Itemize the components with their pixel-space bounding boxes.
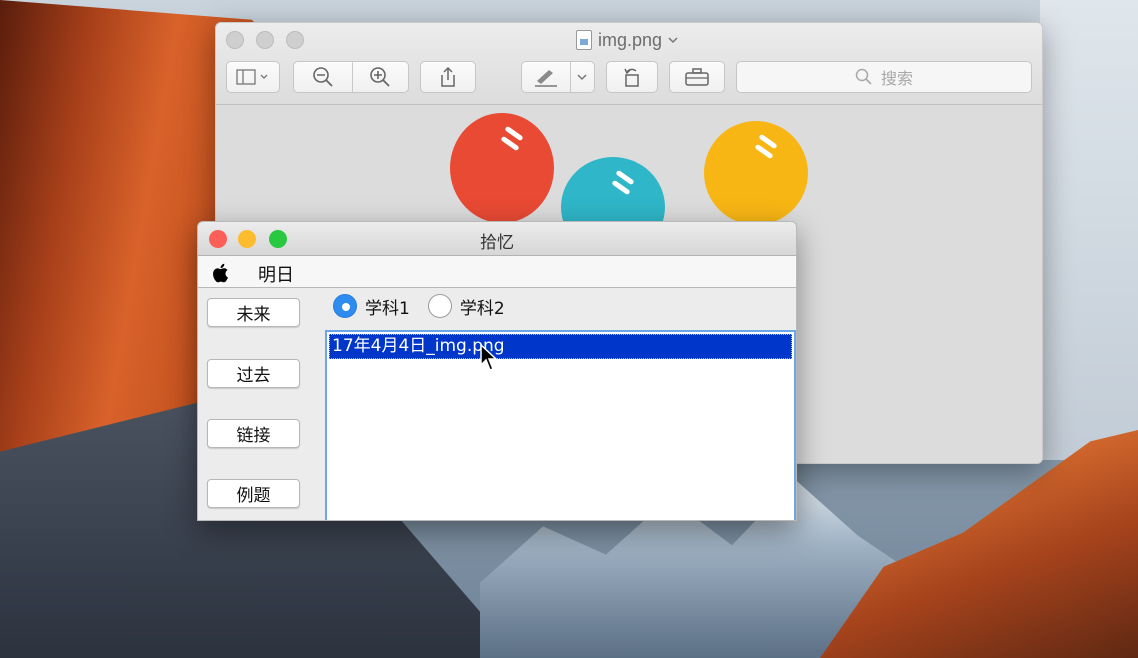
search-placeholder: 搜索 bbox=[880, 69, 913, 88]
apple-icon[interactable] bbox=[210, 262, 232, 284]
subject1-label: 学科1 bbox=[365, 298, 410, 319]
clouds bbox=[1040, 0, 1138, 460]
preview-zoom-button[interactable] bbox=[286, 31, 304, 49]
markup-menu-button[interactable] bbox=[570, 73, 594, 81]
share-button[interactable] bbox=[420, 61, 476, 93]
zoom-out-icon bbox=[312, 67, 333, 87]
preview-toolbar: img.png 搜索 bbox=[216, 23, 1042, 105]
chevron-down-icon bbox=[577, 74, 587, 81]
radio-checked-indicator[interactable] bbox=[333, 294, 357, 318]
file-list-item[interactable]: 17年4月4日_img.png bbox=[329, 334, 792, 359]
toolbar-separator bbox=[570, 62, 571, 92]
file-list[interactable]: 17年4月4日_img.png bbox=[325, 330, 796, 520]
zoom-in-icon bbox=[369, 67, 390, 87]
search-field[interactable]: 搜索 bbox=[736, 61, 1032, 93]
preview-title[interactable]: img.png bbox=[576, 29, 678, 51]
markup-controls bbox=[521, 61, 595, 93]
rotate-button[interactable] bbox=[606, 61, 658, 93]
document-icon bbox=[576, 30, 592, 50]
red-ball-image bbox=[450, 113, 554, 223]
app-menubar: 明日 bbox=[198, 256, 796, 288]
subject2-label: 学科2 bbox=[459, 298, 505, 319]
preview-close-button[interactable] bbox=[226, 31, 244, 49]
yellow-ball-image bbox=[704, 121, 808, 225]
mouse-cursor-icon bbox=[480, 344, 498, 371]
search-icon bbox=[855, 68, 872, 85]
zoom-controls bbox=[293, 61, 409, 93]
sidebar-icon bbox=[236, 69, 268, 85]
zoom-out-button[interactable] bbox=[294, 66, 351, 88]
preview-title-text: img.png bbox=[598, 29, 663, 50]
radio-unchecked-indicator[interactable] bbox=[427, 294, 452, 318]
markup-button[interactable] bbox=[522, 67, 570, 87]
pen-icon bbox=[535, 70, 557, 87]
zoom-in-button[interactable] bbox=[351, 66, 408, 88]
link-button[interactable]: 链接 bbox=[207, 419, 300, 448]
chevron-down-icon bbox=[668, 37, 678, 44]
subject1-radio[interactable]: 学科1 bbox=[333, 294, 410, 319]
menu-mingri[interactable]: 明日 bbox=[258, 261, 294, 287]
toolbox-button[interactable] bbox=[669, 61, 725, 93]
toolbox-icon bbox=[685, 68, 709, 86]
subject2-radio[interactable]: 学科2 bbox=[427, 294, 505, 319]
share-icon bbox=[441, 66, 455, 87]
app-title: 拾忆 bbox=[480, 233, 514, 253]
rotate-icon bbox=[624, 68, 639, 87]
past-button[interactable]: 过去 bbox=[207, 359, 300, 388]
example-button[interactable]: 例题 bbox=[207, 479, 300, 508]
sidebar-toggle-button[interactable] bbox=[226, 61, 280, 93]
preview-minimize-button[interactable] bbox=[256, 31, 274, 49]
future-button[interactable]: 未来 bbox=[207, 298, 300, 327]
app-titlebar[interactable]: 拾忆 bbox=[198, 222, 796, 256]
subject-radio-group: 学科1 学科2 bbox=[333, 292, 523, 320]
toolbar-separator bbox=[352, 62, 353, 92]
